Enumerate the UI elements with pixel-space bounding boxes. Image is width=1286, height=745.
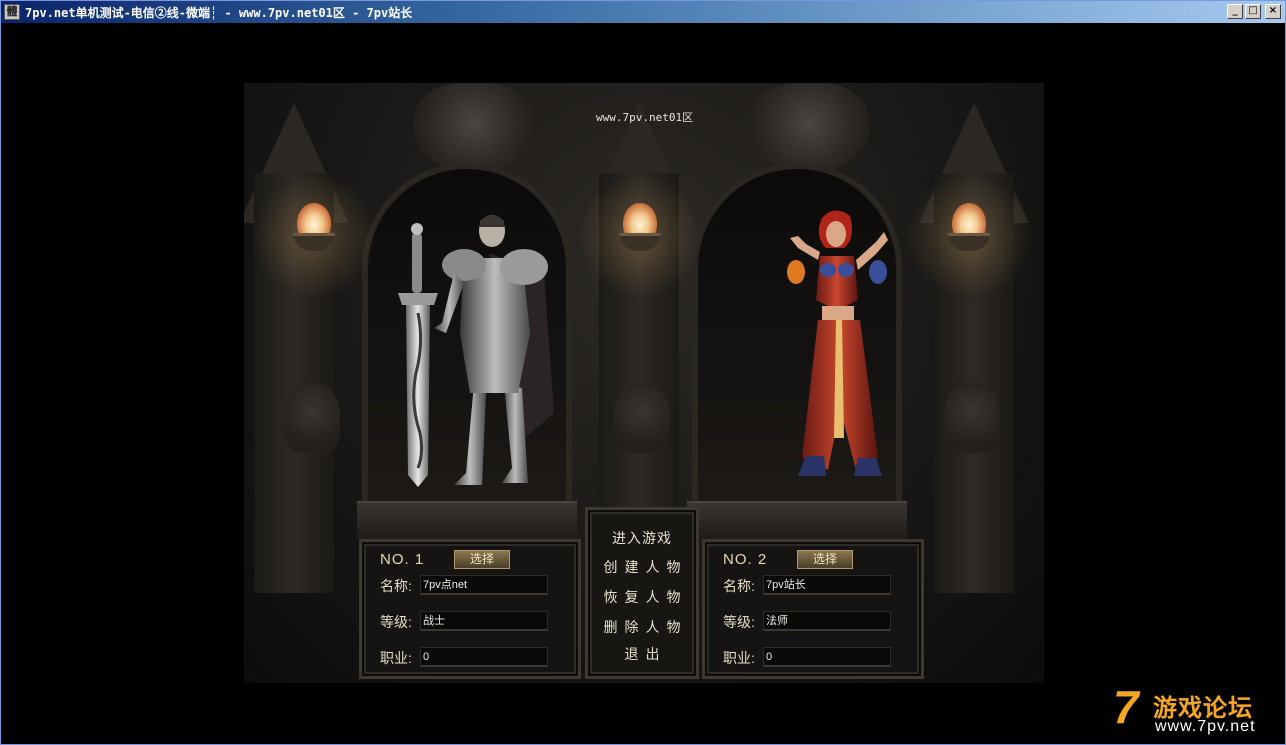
level-value: 法师 [763, 611, 891, 631]
wall-torch [906, 173, 1032, 299]
name-value: 7pv点net [420, 575, 548, 595]
close-button[interactable]: × [1265, 4, 1281, 19]
lion-statue [614, 383, 670, 453]
game-window: 體 7pv.net单机测试-电信②线-微端┆ - www.7pv.net01区 … [0, 0, 1286, 745]
server-name: www.7pv.net01区 [596, 111, 694, 124]
delete-character-button[interactable]: 删除人物 [588, 617, 696, 637]
lion-statue [944, 383, 1000, 453]
window-title: 7pv.net单机测试-电信②线-微端┆ - www.7pv.net01区 - … [25, 6, 413, 20]
job-label: 职业: [723, 650, 755, 666]
minimize-button[interactable]: _ [1227, 4, 1243, 19]
character-pedestal [687, 501, 907, 539]
job-value: 0 [763, 647, 891, 667]
site-watermark-logo: 7 游戏论坛 www.7pv.net [1113, 681, 1273, 742]
wall-torch [577, 173, 703, 299]
level-value: 战士 [420, 611, 548, 631]
character-pedestal [357, 501, 577, 539]
select-character-1-button[interactable]: 选择 [454, 550, 510, 569]
name-label: 名称: [380, 578, 412, 594]
name-value: 7pv站长 [763, 575, 891, 595]
wall-torch [251, 173, 377, 299]
character-slot-2-panel: NO. 2 选择 名称: 7pv站长 等级: 法师 职业: 0 [702, 539, 924, 679]
mage-character[interactable] [784, 208, 894, 478]
watermark-seven: 7 [1113, 681, 1139, 733]
main-menu: 进入游戏 创建人物 恢复人物 删除人物 退出 [585, 507, 699, 679]
exit-button[interactable]: 退出 [588, 644, 696, 664]
character-select-scene: www.7pv.net01区 NO. 1 选择 名称: 7pv点net 等级: … [244, 83, 1044, 683]
job-label: 职业: [380, 650, 412, 666]
app-icon[interactable]: 體 [4, 4, 20, 20]
slot-number: NO. 1 [380, 551, 425, 568]
title-bar[interactable]: 體 7pv.net单机测试-电信②线-微端┆ - www.7pv.net01区 … [1, 1, 1285, 23]
maximize-button[interactable]: □ [1245, 4, 1261, 19]
select-character-2-button[interactable]: 选择 [797, 550, 853, 569]
watermark-url: www.7pv.net [1155, 718, 1256, 735]
enter-game-button[interactable]: 进入游戏 [588, 528, 696, 548]
demon-head-ornament [749, 83, 869, 173]
create-character-button[interactable]: 创建人物 [588, 557, 696, 577]
name-label: 名称: [723, 578, 755, 594]
demon-head-ornament [414, 83, 534, 173]
slot-number: NO. 2 [723, 551, 768, 568]
restore-character-button[interactable]: 恢复人物 [588, 587, 696, 607]
window-controls: _ □ × [1227, 4, 1281, 19]
level-label: 等级: [380, 614, 412, 630]
level-label: 等级: [723, 614, 755, 630]
job-value: 0 [420, 647, 548, 667]
character-slot-1-panel: NO. 1 选择 名称: 7pv点net 等级: 战士 职业: 0 [359, 539, 581, 679]
warrior-character[interactable] [394, 213, 564, 493]
lion-statue [284, 383, 340, 453]
